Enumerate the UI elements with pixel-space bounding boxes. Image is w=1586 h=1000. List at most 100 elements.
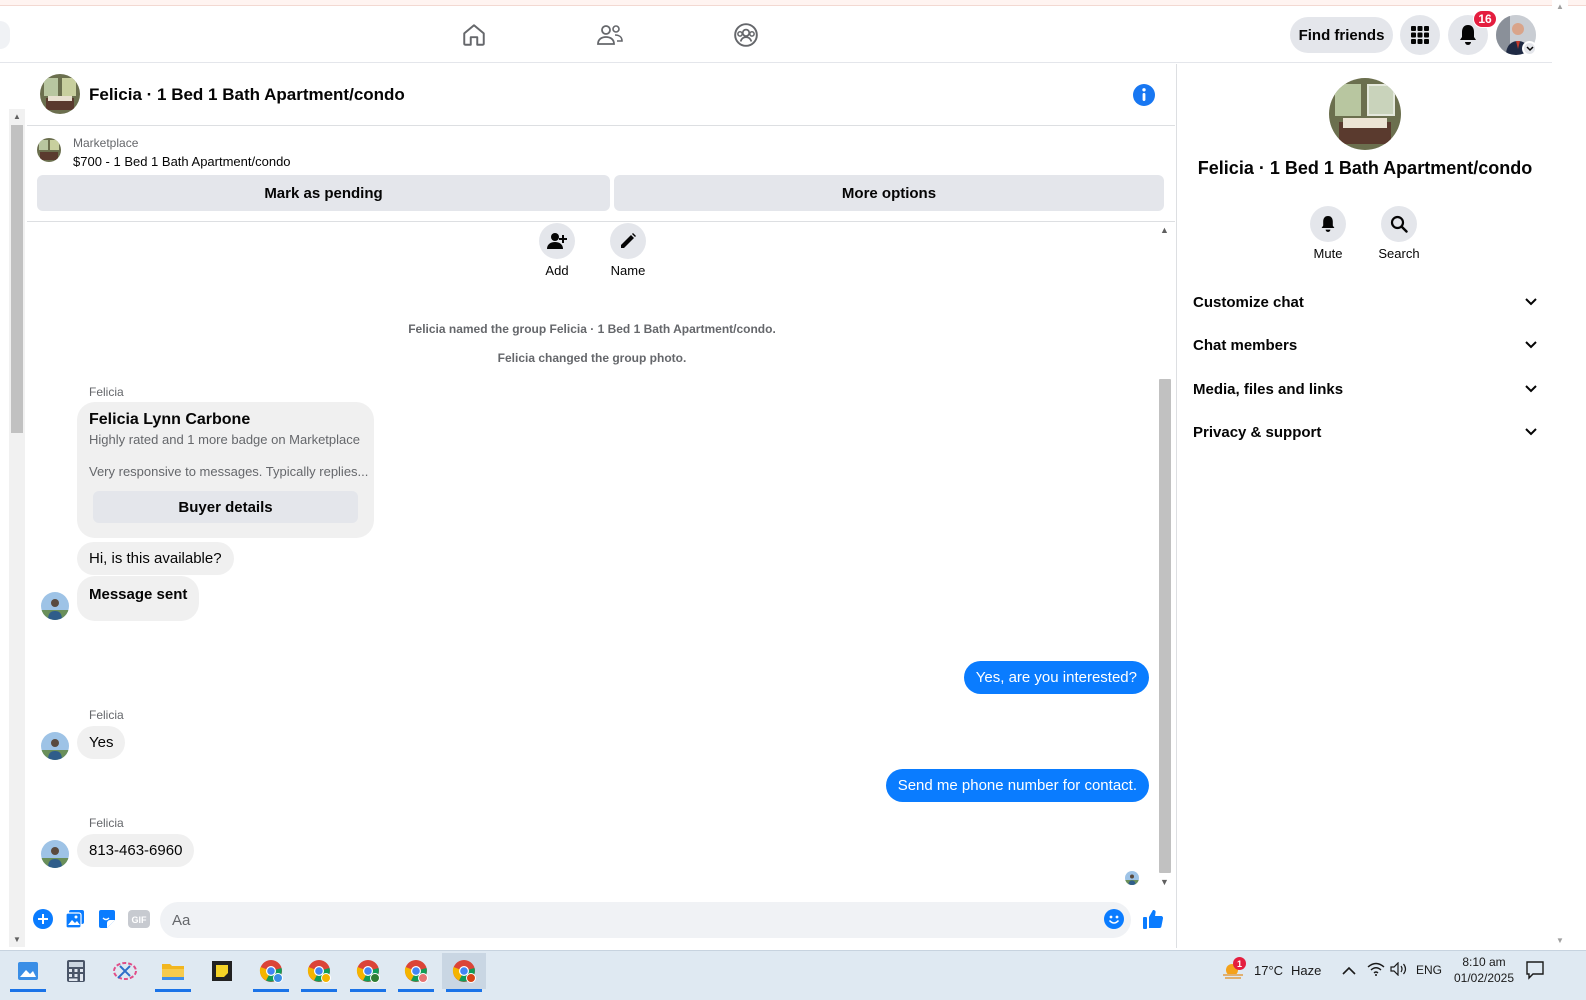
sticker-icon[interactable] bbox=[96, 908, 118, 930]
marketplace-label: Marketplace bbox=[73, 136, 139, 150]
chevron-down-icon bbox=[1525, 380, 1537, 398]
home-icon[interactable] bbox=[456, 19, 492, 51]
listing-thumbnail[interactable] bbox=[37, 138, 61, 162]
message-list[interactable]: Add Name Felicia named the group Felicia… bbox=[27, 223, 1157, 891]
calculator-app-icon[interactable] bbox=[54, 953, 98, 989]
mark-as-pending-button[interactable]: Mark as pending bbox=[37, 175, 610, 211]
weather-alert-badge: 1 bbox=[1233, 957, 1246, 970]
add-label: Add bbox=[545, 263, 569, 278]
photos-app-icon[interactable] bbox=[6, 953, 50, 992]
search-icon[interactable] bbox=[1381, 206, 1417, 242]
chrome-profile-2-icon[interactable] bbox=[297, 953, 341, 992]
browser-top-strip bbox=[0, 0, 1586, 6]
sender-name: Felicia bbox=[89, 708, 124, 722]
page-scrollbar[interactable]: ▲ ▼ bbox=[9, 109, 25, 947]
find-friends-button[interactable]: Find friends bbox=[1290, 17, 1393, 53]
sender-avatar[interactable] bbox=[41, 840, 69, 868]
section-label: Customize chat bbox=[1193, 293, 1304, 311]
buyer-info-card: Felicia Lynn Carbone Highly rated and 1 … bbox=[77, 402, 374, 538]
clock-date: 01/02/2025 bbox=[1453, 971, 1515, 985]
message-composer: GIF bbox=[27, 897, 1175, 943]
chevron-down-icon bbox=[1525, 293, 1537, 311]
outgoing-message-bubble[interactable]: Yes, are you interested? bbox=[963, 661, 1149, 694]
sender-name: Felicia bbox=[89, 816, 124, 830]
chrome-profile-4-icon[interactable] bbox=[394, 953, 438, 992]
friends-icon[interactable] bbox=[592, 19, 628, 51]
chrome-profile-5-icon[interactable] bbox=[442, 953, 486, 992]
section-label: Privacy & support bbox=[1193, 423, 1322, 441]
scroll-up-arrow-icon[interactable]: ▲ bbox=[13, 112, 21, 121]
buyer-badge-line: Highly rated and 1 more badge on Marketp… bbox=[89, 432, 360, 447]
file-explorer-icon[interactable] bbox=[151, 953, 195, 992]
emoji-icon[interactable] bbox=[1103, 908, 1125, 930]
add-people-icon[interactable] bbox=[539, 223, 575, 259]
chrome-profile-1-icon[interactable] bbox=[249, 953, 293, 992]
section-label: Chat members bbox=[1193, 336, 1298, 354]
page-scrollbar-thumb[interactable] bbox=[11, 125, 23, 433]
like-thumbs-up-icon[interactable] bbox=[1142, 908, 1164, 930]
incoming-message-bubble[interactable]: Yes bbox=[77, 726, 126, 759]
section-customize-chat[interactable]: Customize chat bbox=[1185, 282, 1545, 322]
scroll-down-arrow-icon[interactable]: ▼ bbox=[13, 935, 21, 944]
wifi-icon[interactable] bbox=[1367, 962, 1385, 981]
mute-bell-icon[interactable] bbox=[1310, 206, 1346, 242]
scroll-up-arrow-icon[interactable]: ▲ bbox=[1160, 225, 1169, 235]
system-clock[interactable]: 8:10 am 01/02/2025 bbox=[1448, 954, 1520, 986]
section-chat-members[interactable]: Chat members bbox=[1185, 325, 1545, 365]
edit-name-pencil-icon[interactable] bbox=[610, 223, 646, 259]
groups-icon[interactable] bbox=[728, 19, 764, 51]
more-options-button[interactable]: More options bbox=[614, 175, 1164, 211]
notification-center-icon[interactable] bbox=[1525, 960, 1545, 985]
mute-label: Mute bbox=[1313, 246, 1343, 261]
outgoing-message-bubble[interactable]: Send me phone number for contact. bbox=[885, 769, 1149, 802]
scroll-down-arrow-icon[interactable]: ▼ bbox=[1160, 877, 1169, 887]
left-edge-tab bbox=[0, 21, 10, 49]
attach-photo-icon[interactable] bbox=[64, 908, 86, 930]
window-scrollbar[interactable]: ▲ ▼ bbox=[1552, 0, 1568, 948]
chrome-profile-3-icon[interactable] bbox=[346, 953, 390, 992]
speaker-volume-icon[interactable] bbox=[1390, 961, 1408, 981]
section-media-files-links[interactable]: Media, files and links bbox=[1185, 369, 1545, 409]
message-list-scrollbar[interactable]: ▲ ▼ bbox=[1157, 223, 1173, 891]
conversation-details-pane: Felicia · 1 Bed 1 Bath Apartment/condo M… bbox=[1176, 64, 1552, 948]
incoming-message-bubble[interactable]: 813-463-6960 bbox=[77, 834, 195, 867]
search-label: Search bbox=[1378, 246, 1420, 261]
section-privacy-support[interactable]: Privacy & support bbox=[1185, 412, 1545, 452]
more-actions-plus-icon[interactable] bbox=[32, 908, 54, 930]
details-title: Felicia · 1 Bed 1 Bath Apartment/condo bbox=[1197, 158, 1533, 178]
group-photo-avatar[interactable] bbox=[40, 74, 80, 114]
scroll-up-arrow-icon[interactable]: ▲ bbox=[1556, 2, 1564, 11]
sender-name: Felicia bbox=[89, 385, 124, 399]
account-chevron-down-icon[interactable] bbox=[1522, 41, 1537, 56]
scroll-down-arrow-icon[interactable]: ▼ bbox=[1556, 936, 1564, 945]
show-hidden-icons-chevron-up-icon[interactable] bbox=[1342, 963, 1356, 981]
sender-avatar[interactable] bbox=[41, 592, 69, 620]
snipping-tool-icon[interactable] bbox=[103, 953, 147, 989]
chevron-down-icon bbox=[1525, 336, 1537, 354]
buyer-details-button[interactable]: Buyer details bbox=[93, 491, 358, 523]
buyer-full-name: Felicia Lynn Carbone bbox=[89, 411, 251, 428]
clock-time: 8:10 am bbox=[1462, 955, 1506, 969]
group-photo-large[interactable] bbox=[1329, 78, 1401, 150]
notification-count-badge: 16 bbox=[1473, 10, 1497, 28]
listing-title[interactable]: $700 - 1 Bed 1 Bath Apartment/condo bbox=[73, 154, 291, 169]
sender-avatar[interactable] bbox=[41, 732, 69, 760]
section-label: Media, files and links bbox=[1193, 380, 1344, 398]
system-message-photo-changed: Felicia changed the group photo. bbox=[497, 351, 687, 365]
sticky-notes-icon[interactable] bbox=[200, 953, 244, 989]
incoming-message-bubble[interactable]: Hi, is this available? bbox=[77, 542, 234, 575]
conversation-info-icon[interactable] bbox=[1132, 83, 1156, 107]
weather-description[interactable]: Haze bbox=[1291, 963, 1321, 978]
message-scrollbar-thumb[interactable] bbox=[1159, 379, 1171, 873]
system-message-group-named: Felicia named the group Felicia · 1 Bed … bbox=[408, 322, 776, 336]
input-language[interactable]: ENG bbox=[1416, 963, 1442, 977]
gif-icon[interactable]: GIF bbox=[128, 908, 150, 930]
seen-by-avatar bbox=[1125, 871, 1139, 885]
message-input[interactable] bbox=[160, 902, 1131, 938]
menu-grid-icon[interactable] bbox=[1400, 15, 1440, 55]
message-sent-bubble[interactable]: Message sent bbox=[77, 576, 200, 621]
app-window: Find friends 16 ▲ ▼ Felicia · 1 Bed 1 Ba… bbox=[0, 0, 1586, 1000]
chat-header: Felicia · 1 Bed 1 Bath Apartment/condo bbox=[27, 64, 1175, 126]
weather-temperature[interactable]: 17°C bbox=[1254, 963, 1283, 978]
name-label: Name bbox=[610, 263, 646, 278]
